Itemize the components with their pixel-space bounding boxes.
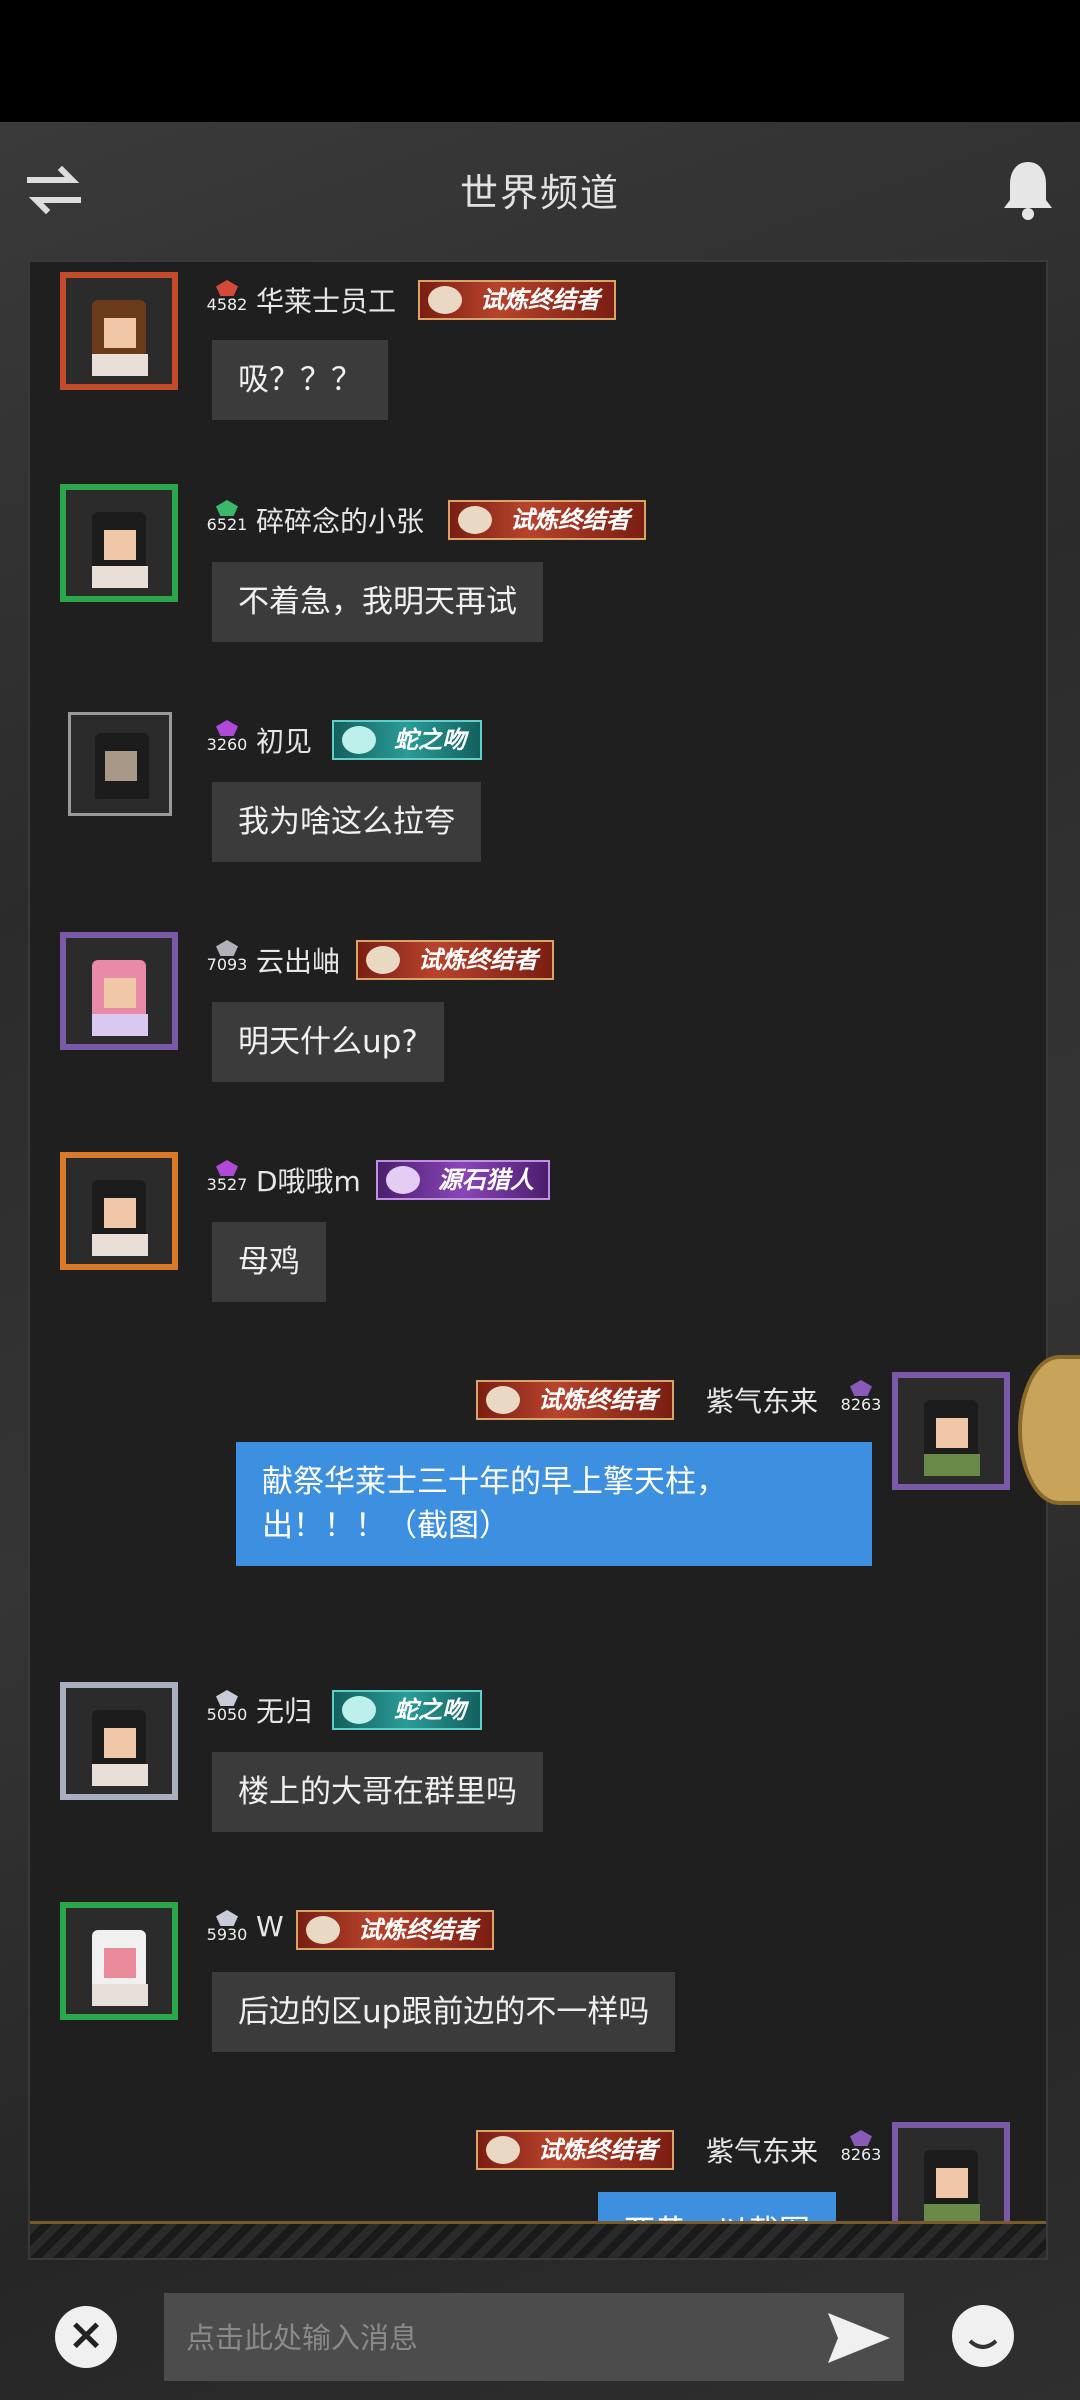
status-bar <box>0 0 1080 122</box>
avatar[interactable] <box>892 1372 1010 1490</box>
level-badge: 5930 <box>202 1910 252 1950</box>
title-badge: 试炼终结者 <box>448 500 646 540</box>
message-bubble[interactable]: 母鸡 <box>212 1222 326 1302</box>
message-item: 5050 无归 蛇之吻 楼上的大哥在群里吗 <box>30 1674 1046 1884</box>
channel-title: 世界频道 <box>459 171 620 215</box>
username[interactable]: 紫气东来 <box>706 2130 818 2170</box>
message-input[interactable] <box>184 2293 828 2383</box>
message-bubble[interactable]: 不着急，我明天再试 <box>212 562 543 642</box>
title-badge: 试炼终结者 <box>356 940 554 980</box>
username[interactable]: 无归 <box>256 1690 312 1730</box>
skull-icon <box>366 946 400 974</box>
send-icon[interactable] <box>824 2309 894 2367</box>
level-badge: 4582 <box>202 280 252 320</box>
panel-bottom-stripe <box>30 2221 1046 2258</box>
channel-header: 世界频道 <box>0 122 1080 257</box>
message-bubble[interactable]: 明天什么up? <box>212 1002 444 1082</box>
bell-icon[interactable] <box>1000 158 1056 220</box>
message-bubble[interactable]: 后边的区up跟前边的不一样吗 <box>212 1972 676 2052</box>
username[interactable]: 初见 <box>256 720 312 760</box>
username[interactable]: 碎碎念的小张 <box>256 500 424 540</box>
chat-screen: 世界频道 4582 华莱士员工 试炼终结者 吸？？？ 6521 碎碎念的小张 试… <box>0 122 1080 2400</box>
skull-icon <box>486 2136 520 2164</box>
message-bubble[interactable]: 我为啥这么拉夸 <box>212 782 481 862</box>
avatar[interactable] <box>60 484 178 602</box>
message-item: 3527 D哦哦m 源石猎人 母鸡 <box>30 1144 1046 1354</box>
skull-icon <box>306 1916 340 1944</box>
level-badge: 3527 <box>202 1160 252 1200</box>
username[interactable]: 紫气东来 <box>706 1380 818 1420</box>
level-badge: 3260 <box>202 720 252 760</box>
avatar[interactable] <box>60 1902 178 2020</box>
title-badge: 试炼终结者 <box>418 280 616 320</box>
title-badge: 试炼终结者 <box>296 1910 494 1950</box>
message-bubble[interactable]: 楼上的大哥在群里吗 <box>212 1752 543 1832</box>
avatar[interactable] <box>60 1152 178 1270</box>
title-badge: 试炼终结者 <box>476 1380 674 1420</box>
skull-icon <box>486 1386 520 1414</box>
message-bubble[interactable]: 吸？？？ <box>212 340 388 420</box>
emoji-icon[interactable] <box>952 2305 1014 2367</box>
skull-icon <box>428 286 462 314</box>
level-badge: 8263 <box>836 2130 886 2170</box>
swirl-icon <box>342 726 376 754</box>
username[interactable]: 云出岫 <box>256 940 340 980</box>
avatar[interactable] <box>60 272 178 390</box>
message-list[interactable]: 4582 华莱士员工 试炼终结者 吸？？？ 6521 碎碎念的小张 试炼终结者 … <box>28 260 1048 2260</box>
message-item: 7093 云出岫 试炼终结者 明天什么up? <box>30 924 1046 1134</box>
swirl-icon <box>342 1696 376 1724</box>
message-item: 5930 W 试炼终结者 后边的区up跟前边的不一样吗 <box>30 1894 1046 2104</box>
level-badge: 8263 <box>836 1380 886 1420</box>
message-item: 4582 华莱士员工 试炼终结者 吸？？？ <box>30 262 1046 472</box>
title-badge: 蛇之吻 <box>332 720 482 760</box>
username[interactable]: W <box>256 1910 284 1943</box>
username[interactable]: 华莱士员工 <box>256 280 396 320</box>
gear-emblem-icon <box>386 1166 420 1194</box>
message-input-field[interactable] <box>164 2293 904 2383</box>
close-icon[interactable]: × <box>55 2306 117 2368</box>
level-badge: 5050 <box>202 1690 252 1730</box>
avatar[interactable] <box>60 1682 178 1800</box>
title-badge: 蛇之吻 <box>332 1690 482 1730</box>
level-badge: 7093 <box>202 940 252 980</box>
title-badge: 源石猎人 <box>376 1160 550 1200</box>
message-item: 3260 初见 蛇之吻 我为啥这么拉夸 <box>30 704 1046 914</box>
avatar[interactable] <box>68 712 172 816</box>
message-item: 8263 紫气东来 试炼终结者 献祭华莱士三十年的早上擎天柱，出！！！（截图） <box>30 1364 1046 1664</box>
message-item: 6521 碎碎念的小张 试炼终结者 不着急，我明天再试 <box>30 484 1046 694</box>
username[interactable]: D哦哦m <box>256 1160 361 1200</box>
message-input-bar: × <box>0 2262 1080 2400</box>
title-badge: 试炼终结者 <box>476 2130 674 2170</box>
message-bubble[interactable]: 献祭华莱士三十年的早上擎天柱，出！！！（截图） <box>236 1442 872 1566</box>
skull-icon <box>458 506 492 534</box>
avatar[interactable] <box>60 932 178 1050</box>
level-badge: 6521 <box>202 500 252 540</box>
